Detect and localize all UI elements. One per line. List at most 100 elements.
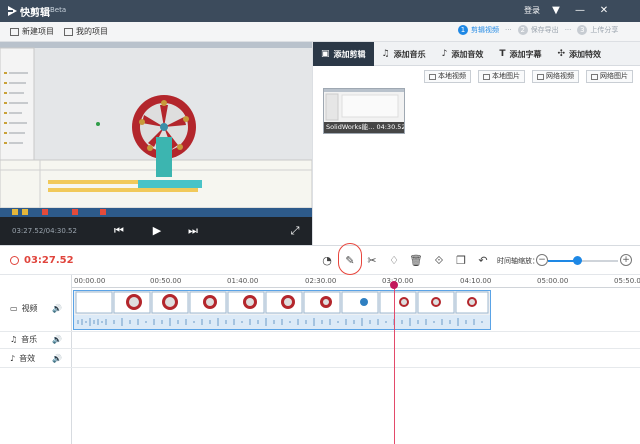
video-track-icon: ▭ — [10, 304, 18, 313]
audio-waveform — [74, 316, 490, 328]
clip-duration: 04:30.52 — [376, 123, 405, 131]
next-icon[interactable]: ⏭ — [186, 224, 200, 238]
step-number: 2 — [517, 25, 528, 35]
new-project-icon — [10, 27, 19, 36]
web-image-icon — [591, 73, 598, 80]
previous-icon[interactable]: ⏮ — [112, 224, 126, 238]
track-header-video: ▭ 视频 🔊 — [0, 303, 72, 314]
tab-add-music[interactable]: ♫ 添加音乐 — [374, 42, 434, 66]
copy-icon[interactable]: ❐ — [452, 252, 470, 270]
ruler-tick: 05:50.00 — [614, 277, 640, 285]
text-icon: T — [499, 49, 506, 59]
my-projects-label: 我的项目 — [76, 27, 108, 36]
tab-label: 添加字幕 — [509, 49, 542, 59]
step-label: 剪辑视频 — [471, 26, 499, 34]
track-header-sound: ♪ 音效 🔊 — [0, 353, 72, 364]
tab-label: 添加剪辑 — [333, 49, 366, 59]
step-separator: ··· — [505, 26, 512, 34]
folder-icon — [64, 27, 73, 36]
new-project-label: 新建项目 — [22, 27, 54, 36]
bell-icon[interactable]: ♢ — [385, 252, 403, 270]
playhead-handle[interactable] — [390, 281, 398, 289]
tab-add-sound-effect[interactable]: ♪ 添加音效 — [434, 42, 492, 66]
speaker-icon[interactable]: 🔊 — [52, 335, 62, 344]
zoom-in-icon[interactable]: + — [620, 254, 632, 266]
clip-caption: SolidWorks能... 04:30.52 — [324, 122, 405, 133]
app-name: 快剪辑 — [20, 8, 50, 19]
pencil-highlight-circle — [338, 243, 362, 275]
step-label: 上传分享 — [590, 26, 619, 34]
step-share[interactable]: 3 上传分享 — [577, 25, 618, 35]
ruler-tick: 00:00.00 — [74, 277, 106, 285]
step-edit[interactable]: 1 剪辑视频 — [458, 25, 499, 35]
clock-icon — [10, 256, 19, 265]
speed-icon[interactable]: ◔ — [318, 252, 336, 270]
button-label: 本地图片 — [492, 72, 520, 80]
step-export[interactable]: 2 保存导出 — [517, 25, 559, 35]
tab-label: 添加音乐 — [393, 49, 426, 59]
ruler-tick: 04:10.00 — [460, 277, 492, 285]
track-divider — [0, 331, 640, 332]
media-library: ▣ 添加剪辑 ♫ 添加音乐 ♪ 添加音效 T 添加字幕 ✣ 添加特效 本地视频 … — [312, 42, 640, 245]
tab-add-effects[interactable]: ✣ 添加特效 — [549, 42, 609, 66]
ruler-tick: 01:40.00 — [227, 277, 259, 285]
zoom-out-icon[interactable]: − — [536, 254, 548, 266]
music-track-icon: ♫ — [10, 335, 18, 344]
ruler-tick: 05:00.00 — [537, 277, 569, 285]
login-link[interactable]: 登录 — [524, 5, 540, 16]
sound-effect-icon: ♪ — [441, 49, 448, 59]
zoom-label: 时间轴缩放： — [497, 257, 539, 265]
track-header-music: ♫ 音乐 🔊 — [0, 334, 72, 345]
minimize-icon[interactable]: — — [572, 3, 588, 19]
fullscreen-icon[interactable]: ⤢ — [288, 224, 302, 238]
scissors-icon[interactable]: ✂ — [363, 252, 381, 270]
undo-icon[interactable]: ↶ — [474, 252, 492, 270]
track-divider — [0, 348, 640, 349]
video-preview: 03:27.52/04:30.52 ⏮ ▶ ⏭ ⤢ — [0, 42, 312, 245]
play-icon[interactable]: ▶ — [150, 224, 164, 238]
speaker-icon[interactable]: 🔊 — [52, 304, 62, 313]
app-logo-icon — [8, 6, 17, 16]
timeline-ruler[interactable]: 00:00.00 00:50.00 01:40.00 02:30.00 03:2… — [72, 275, 640, 288]
title-bar: 快剪辑 Beta 登录 ▼ — ✕ — [0, 0, 640, 22]
delete-icon[interactable]: 🗑 — [407, 252, 425, 270]
edit-toolbar: 03:27.52 ◔ ✎ ✂ ♢ 🗑 ⟐ ❐ ↶ 时间轴缩放： − + — [0, 245, 640, 275]
tab-label: 添加特效 — [569, 49, 602, 59]
track-label: 视频 — [21, 304, 38, 313]
speaker-icon[interactable]: 🔊 — [52, 354, 62, 363]
web-image-button[interactable]: 网络图片 — [586, 70, 633, 83]
new-project-button[interactable]: 新建项目 — [10, 26, 54, 37]
button-label: 本地视频 — [438, 72, 466, 80]
button-label: 网络图片 — [600, 72, 628, 80]
close-icon[interactable]: ✕ — [596, 3, 612, 19]
workflow-steps: 1 剪辑视频 ··· 2 保存导出 ··· 3 上传分享 — [458, 25, 618, 35]
library-tabs: ▣ 添加剪辑 ♫ 添加音乐 ♪ 添加音效 T 添加字幕 ✣ 添加特效 — [313, 42, 640, 66]
playback-time: 03:27.52/04:30.52 — [12, 227, 77, 235]
media-clip-thumbnail[interactable]: SolidWorks能... 04:30.52 — [323, 88, 405, 134]
app-badge: Beta — [50, 6, 67, 14]
menu-dropdown-icon[interactable]: ▼ — [548, 3, 564, 19]
step-number: 3 — [577, 25, 588, 35]
local-image-button[interactable]: 本地图片 — [478, 70, 525, 83]
image-file-icon — [483, 73, 490, 80]
web-video-button[interactable]: 网络视频 — [532, 70, 579, 83]
playhead-line[interactable] — [394, 283, 395, 444]
zoom-slider-handle[interactable] — [572, 256, 582, 265]
import-buttons: 本地视频 本地图片 网络视频 网络图片 — [313, 70, 640, 84]
tab-add-subtitle[interactable]: T 添加字幕 — [491, 42, 549, 66]
step-separator: ··· — [564, 26, 572, 34]
local-video-button[interactable]: 本地视频 — [424, 70, 471, 83]
my-projects-button[interactable]: 我的项目 — [64, 26, 108, 37]
button-label: 网络视频 — [546, 72, 574, 80]
tab-add-clip[interactable]: ▣ 添加剪辑 — [313, 42, 374, 66]
step-number: 1 — [458, 25, 468, 35]
music-icon: ♫ — [381, 49, 390, 59]
step-label: 保存导出 — [530, 26, 559, 34]
video-clip[interactable] — [73, 290, 491, 330]
crop-icon[interactable]: ⟐ — [430, 252, 448, 270]
current-time: 03:27.52 — [24, 255, 74, 266]
tab-label: 添加音效 — [451, 49, 484, 59]
preview-screen[interactable] — [0, 42, 312, 217]
track-label: 音效 — [19, 354, 36, 363]
sound-track-icon: ♪ — [10, 354, 16, 363]
